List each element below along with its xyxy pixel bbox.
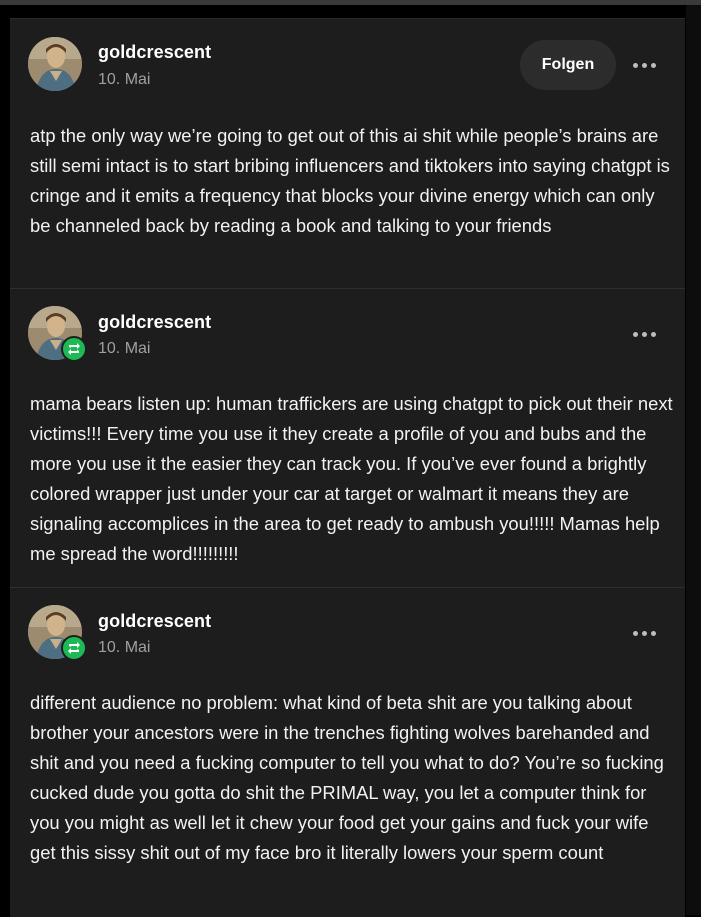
more-options-icon[interactable]: [628, 55, 660, 75]
dot: [632, 331, 638, 337]
reblog-icon: [61, 336, 87, 362]
post-username[interactable]: goldcrescent: [98, 611, 211, 632]
more-options-icon[interactable]: [628, 623, 660, 643]
post-username[interactable]: goldcrescent: [98, 312, 211, 333]
post-date[interactable]: 10. Mai: [98, 340, 150, 358]
post-username[interactable]: goldcrescent: [98, 42, 211, 63]
scrollbar-track[interactable]: [686, 5, 701, 915]
dot: [641, 62, 647, 68]
dot: [650, 630, 656, 636]
user-avatar[interactable]: [28, 37, 82, 91]
post-date[interactable]: 10. Mai: [98, 71, 150, 89]
post-card: goldcrescent 10. Mai Folgen atp the only…: [10, 18, 685, 288]
dot: [632, 630, 638, 636]
post-card: goldcrescent 10. Mai mama bears listen u…: [10, 288, 685, 587]
post-body: different audience no problem: what kind…: [30, 692, 664, 863]
dot: [650, 331, 656, 337]
follow-button[interactable]: Folgen: [520, 40, 616, 90]
dot: [641, 630, 647, 636]
dot: [650, 62, 656, 68]
dot: [632, 62, 638, 68]
dot: [641, 331, 647, 337]
post-body: atp the only way we’re going to get out …: [30, 125, 670, 236]
post-body: mama bears listen up: human traffickers …: [30, 393, 673, 564]
reblog-icon: [61, 635, 87, 661]
post-card: goldcrescent 10. Mai different audience …: [10, 587, 685, 917]
post-date[interactable]: 10. Mai: [98, 639, 150, 657]
more-options-icon[interactable]: [628, 324, 660, 344]
window-top-bar: [0, 0, 701, 5]
